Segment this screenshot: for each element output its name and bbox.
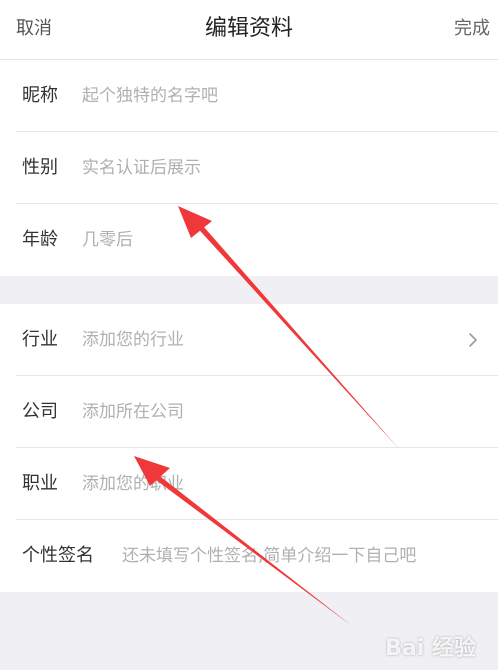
occupation-row[interactable]: 职业 添加您的职业 [0,448,498,520]
gender-label: 性别 [22,157,58,178]
nickname-input[interactable]: 起个独特的名字吧 [82,84,218,108]
signature-row[interactable]: 个性签名 还未填写个性签名,简单介绍一下自己吧 [0,520,498,592]
occupation-input[interactable]: 添加您的职业 [82,472,184,496]
occupation-label: 职业 [22,473,58,494]
industry-label: 行业 [22,329,58,350]
nickname-label: 昵称 [22,85,58,106]
age-row[interactable]: 年龄 几零后 [0,204,498,276]
edit-profile-screen: 取消 编辑资料 完成 昵称 起个独特的名字吧 性别 实名认证后展示 年龄 几零后… [0,0,498,670]
basic-info-group: 昵称 起个独特的名字吧 性别 实名认证后展示 年龄 几零后 [0,60,498,276]
age-value[interactable]: 几零后 [82,228,133,252]
industry-value[interactable]: 添加您的行业 [82,328,184,352]
nickname-row[interactable]: 昵称 起个独特的名字吧 [0,60,498,132]
baidu-jingyan-watermark: Bai 经验 [385,636,476,661]
company-row[interactable]: 公司 添加所在公司 [0,376,498,448]
age-label: 年龄 [22,229,58,250]
industry-row[interactable]: 行业 添加您的行业 [0,304,498,376]
company-input[interactable]: 添加所在公司 [82,400,184,424]
navigation-bar: 取消 编辑资料 完成 [0,0,498,60]
work-info-group: 行业 添加您的行业 公司 添加所在公司 职业 添加您的职业 个性签名 还未填写个… [0,304,498,592]
chevron-right-icon [469,333,477,347]
gender-row[interactable]: 性别 实名认证后展示 [0,132,498,204]
signature-input[interactable]: 还未填写个性签名,简单介绍一下自己吧 [122,544,416,568]
signature-label: 个性签名 [22,545,94,566]
company-label: 公司 [22,401,58,422]
done-button[interactable]: 完成 [454,17,490,41]
gender-value: 实名认证后展示 [82,158,201,178]
page-title: 编辑资料 [204,16,293,41]
